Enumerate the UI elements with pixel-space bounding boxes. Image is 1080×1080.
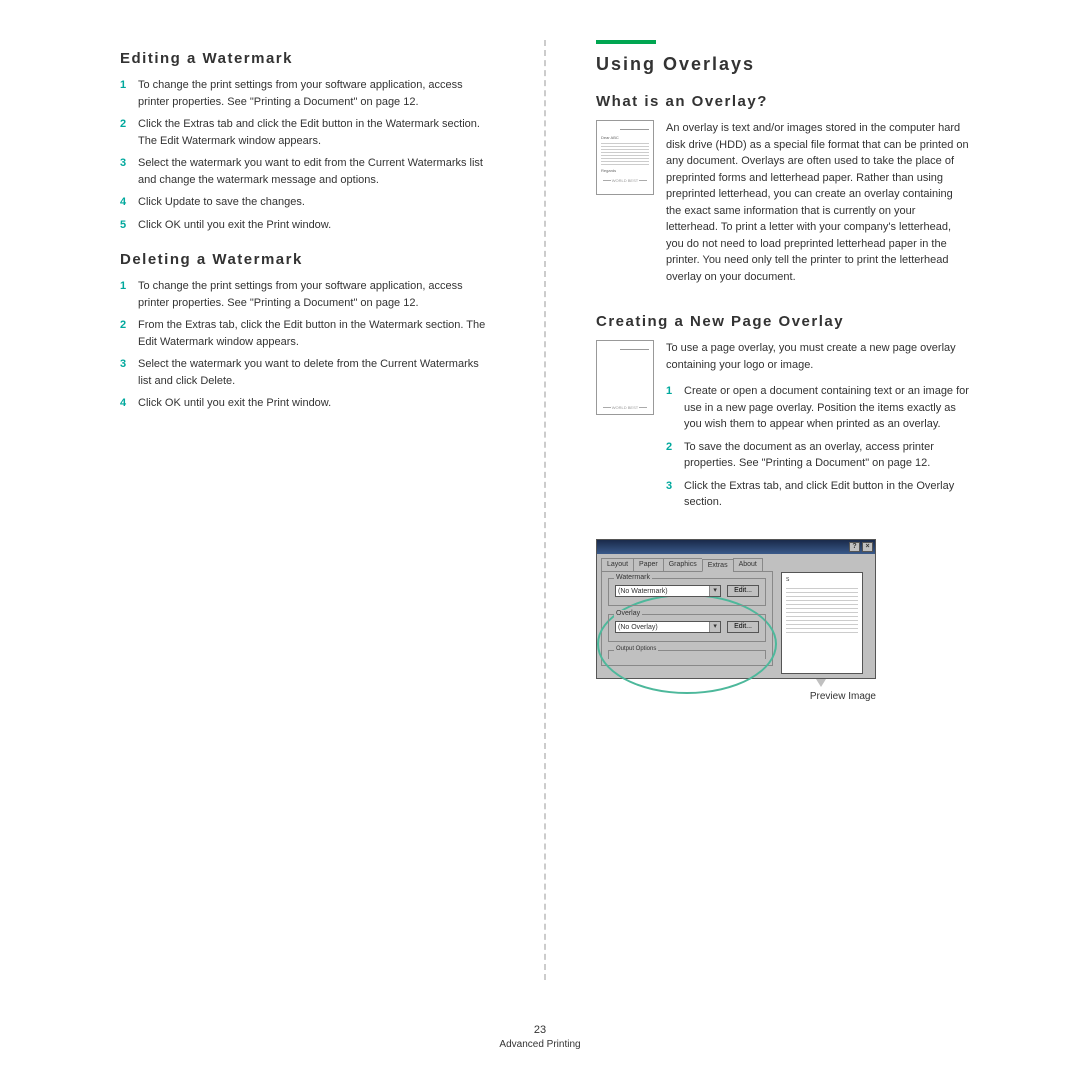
close-button[interactable]: × [862, 542, 873, 552]
watermark-edit-button[interactable]: Edit... [727, 585, 759, 597]
overlay-illustration-letter: Dear ABC Regards WORLD BEST [596, 120, 654, 195]
accent-line [596, 40, 656, 44]
output-options-legend: Output Options [614, 646, 658, 652]
callout-pointer [816, 679, 826, 687]
overlay-fieldset: Overlay (No Overlay) Edit... [608, 614, 766, 642]
watermark-fieldset: Watermark (No Watermark) Edit... [608, 578, 766, 606]
creating-steps: Create or open a document containing tex… [666, 383, 970, 511]
watermark-legend: Watermark [614, 574, 652, 581]
editing-steps: To change the print settings from your s… [120, 77, 494, 233]
list-item: Select the watermark you want to delete … [120, 356, 494, 389]
dialog-titlebar: ? × [597, 540, 875, 554]
help-button[interactable]: ? [849, 542, 860, 552]
editing-heading: Editing a Watermark [120, 50, 494, 67]
printer-properties-dialog: ? × Layout Paper Graphics Extras About [596, 539, 876, 679]
right-column: Using Overlays What is an Overlay? Dear … [576, 40, 970, 980]
tab-paper[interactable]: Paper [633, 558, 663, 571]
output-options-fieldset: Output Options [608, 650, 766, 659]
page-number: 23 [0, 1024, 1080, 1036]
list-item: To save the document as an overlay, acce… [666, 439, 970, 472]
illus-banner: WORLD BEST [601, 178, 649, 183]
list-item: To change the print settings from your s… [120, 278, 494, 311]
what-is-heading: What is an Overlay? [596, 93, 970, 110]
column-divider [544, 40, 546, 980]
list-item: Click OK until you exit the Print window… [120, 395, 494, 412]
tab-extras[interactable]: Extras [702, 559, 733, 572]
list-item: Click OK until you exit the Print window… [120, 217, 494, 234]
creating-intro: To use a page overlay, you must create a… [666, 340, 970, 373]
illus-banner: WORLD BEST [601, 405, 649, 410]
tab-about[interactable]: About [733, 558, 763, 571]
illus-regards: Regards [601, 168, 649, 173]
dialog-tabs: Layout Paper Graphics Extras About [601, 558, 773, 571]
deleting-heading: Deleting a Watermark [120, 251, 494, 268]
deleting-steps: To change the print settings from your s… [120, 278, 494, 412]
watermark-combo[interactable]: (No Watermark) [615, 585, 721, 597]
illus-dear: Dear ABC [601, 135, 649, 140]
what-is-body: An overlay is text and/or images stored … [666, 120, 970, 285]
overlay-combo[interactable]: (No Overlay) [615, 621, 721, 633]
tab-graphics[interactable]: Graphics [663, 558, 702, 571]
overlay-illustration-blank: WORLD BEST [596, 340, 654, 415]
list-item: To change the print settings from your s… [120, 77, 494, 110]
left-column: Editing a Watermark To change the print … [120, 40, 514, 980]
preview-pane: S [781, 572, 863, 674]
list-item: Click the Extras tab and click the Edit … [120, 116, 494, 149]
list-item: From the Extras tab, click the Edit butt… [120, 317, 494, 350]
tab-layout[interactable]: Layout [601, 558, 633, 571]
list-item: Click the Extras tab, and click Edit but… [666, 478, 970, 511]
highlight-ellipse [597, 594, 777, 694]
overlays-heading: Using Overlays [596, 54, 970, 75]
footer-section-title: Advanced Printing [0, 1039, 1080, 1050]
preview-s-label: S [786, 577, 858, 583]
overlay-legend: Overlay [614, 610, 642, 617]
overlay-edit-button[interactable]: Edit... [727, 621, 759, 633]
list-item: Create or open a document containing tex… [666, 383, 970, 433]
page-footer: 23 Advanced Printing [0, 1024, 1080, 1050]
preview-image-callout: Preview Image [596, 691, 876, 702]
list-item: Click Update to save the changes. [120, 194, 494, 211]
creating-heading: Creating a New Page Overlay [596, 313, 970, 330]
list-item: Select the watermark you want to edit fr… [120, 155, 494, 188]
